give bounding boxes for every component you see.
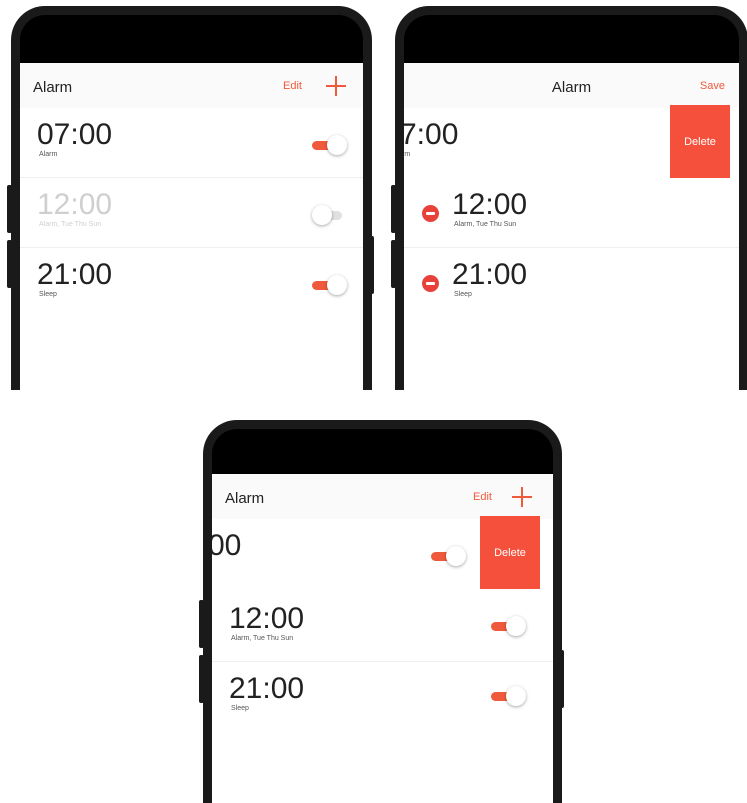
alarm-label: Alarm, Tue Thu Sun <box>454 221 517 228</box>
alarm-header: Alarm Edit <box>20 63 363 108</box>
alarm-screen: Alarm Edit 07:00 Alarm 12:00 Alarm, Tue … <box>20 63 363 390</box>
delete-button[interactable]: Delete <box>670 105 730 178</box>
minus-circle-icon[interactable] <box>422 275 439 292</box>
minus-circle-icon[interactable] <box>422 205 439 222</box>
alarm-row[interactable]: 21:00 Sleep <box>20 248 363 318</box>
alarm-header: Alarm Edit <box>212 474 553 519</box>
alarm-row[interactable]: 12:00 Alarm, Tue Thu Sun <box>404 178 739 248</box>
edit-button[interactable]: Edit <box>473 491 492 503</box>
alarm-time: 21:00 <box>37 258 113 291</box>
phone-swipe: Alarm Edit 00 Delete 12:00 Alarm, Tue Th… <box>203 420 562 803</box>
alarm-label: Sleep <box>231 705 249 712</box>
swiped-alarm-row[interactable]: 7:00 rm Delete <box>404 105 739 178</box>
swiped-alarm-row[interactable]: 00 Delete <box>212 516 553 589</box>
alarm-label: Alarm, Tue Thu Sun <box>231 635 294 642</box>
alarm-toggle[interactable] <box>312 205 346 225</box>
alarm-toggle[interactable] <box>491 686 526 706</box>
save-button[interactable]: Save <box>700 80 725 92</box>
edit-button[interactable]: Edit <box>283 80 302 92</box>
page-title: Alarm <box>551 79 592 96</box>
alarm-label: Sleep <box>39 291 57 298</box>
alarm-row[interactable]: 12:00 Alarm, Tue Thu Sun <box>212 592 553 662</box>
alarm-row[interactable]: 21:00 Sleep <box>404 248 739 318</box>
alarm-time: 21:00 <box>229 672 305 705</box>
alarm-toggle[interactable] <box>312 135 347 155</box>
alarm-time: 12:00 <box>229 602 305 635</box>
alarm-time: 07:00 <box>37 118 113 151</box>
page-title: Alarm <box>33 79 73 96</box>
alarm-header: Alarm Save <box>404 63 739 108</box>
alarm-time: 12:00 <box>37 188 113 221</box>
alarm-row[interactable]: 07:00 Alarm <box>20 108 363 178</box>
plus-icon[interactable] <box>326 76 346 96</box>
alarm-time-partial: 7:00 <box>404 118 459 151</box>
alarm-label: Sleep <box>454 291 472 298</box>
alarm-time: 12:00 <box>452 188 528 221</box>
plus-icon[interactable] <box>512 487 532 507</box>
alarm-time-partial: 00 <box>212 529 242 562</box>
alarm-row[interactable]: 12:00 Alarm, Tue Thu Sun <box>20 178 363 248</box>
delete-button[interactable]: Delete <box>480 516 540 589</box>
alarm-toggle[interactable] <box>491 616 526 636</box>
alarm-screen: Alarm Edit 00 Delete 12:00 Alarm, Tue Th… <box>212 474 553 803</box>
page-title: Alarm <box>225 490 265 507</box>
phone-normal: Alarm Edit 07:00 Alarm 12:00 Alarm, Tue … <box>11 6 372 390</box>
alarm-screen: Alarm Save 7:00 rm Delete 12:00 Alarm, T… <box>404 63 739 390</box>
alarm-label: Alarm, Tue Thu Sun <box>39 221 102 228</box>
alarm-row[interactable]: 21:00 Sleep <box>212 662 553 732</box>
alarm-label-partial: rm <box>404 151 411 158</box>
alarm-label: Alarm <box>39 151 58 158</box>
alarm-time: 21:00 <box>452 258 528 291</box>
phone-edit: Alarm Save 7:00 rm Delete 12:00 Alarm, T… <box>395 6 747 390</box>
alarm-toggle[interactable] <box>312 275 347 295</box>
alarm-toggle[interactable] <box>431 546 466 566</box>
